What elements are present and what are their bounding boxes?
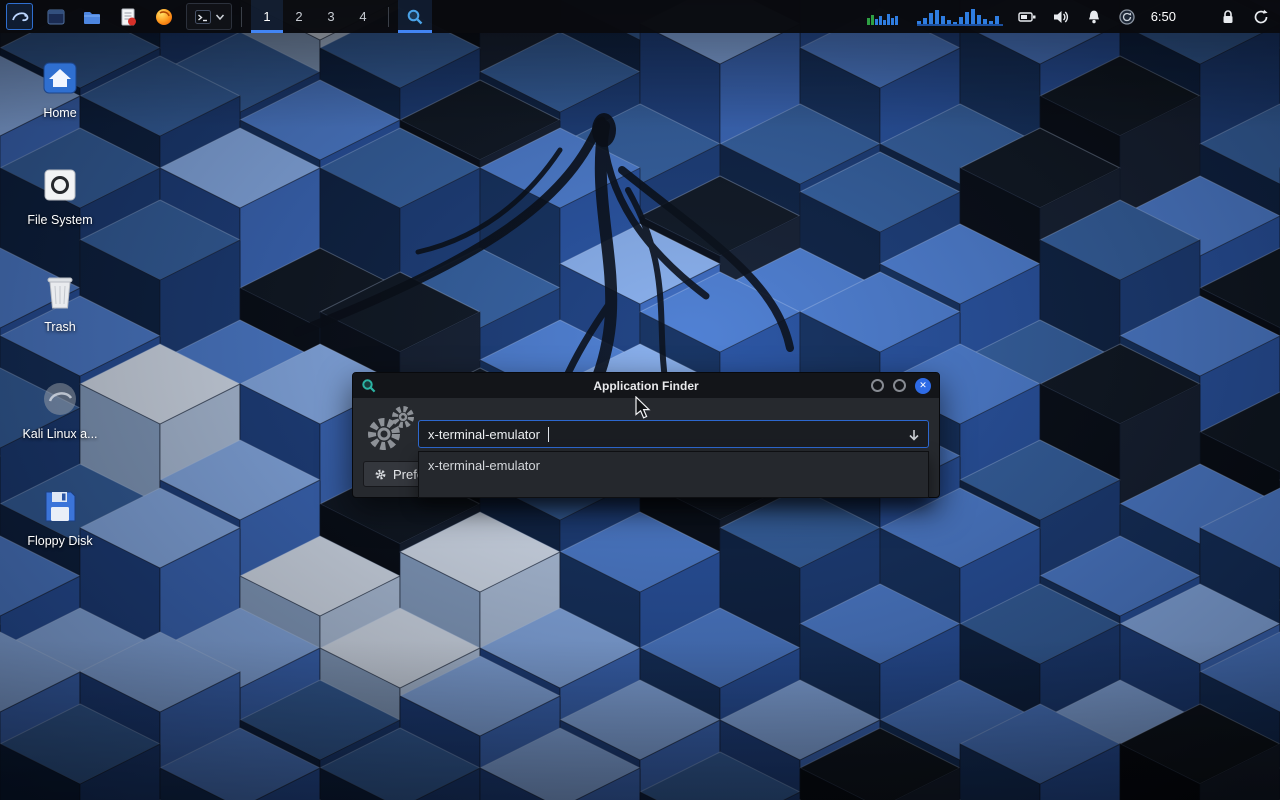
- finder-body: x-terminal-emulator Preferences x-termin…: [353, 398, 939, 498]
- window-buttons: ✕: [871, 378, 931, 394]
- document-icon: [118, 7, 138, 27]
- volume-icon: [1052, 8, 1070, 26]
- maximize-button[interactable]: [893, 379, 906, 392]
- desktop-icon-label: Floppy Disk: [27, 534, 92, 548]
- terminal-dropdown-launcher[interactable]: [186, 3, 232, 30]
- firefox-icon: [154, 7, 174, 27]
- desktop-icon-label: Home: [43, 106, 76, 120]
- trash-icon: [38, 270, 82, 314]
- update-circle-icon: [1118, 8, 1136, 26]
- close-button[interactable]: ✕: [915, 378, 931, 394]
- panel-separator: [388, 7, 389, 27]
- titlebar[interactable]: Application Finder ✕: [353, 373, 939, 398]
- desktop: Home File System Trash Kali Linux a...: [0, 0, 1280, 800]
- preferences-gears-icon: [363, 404, 417, 456]
- workspace-switcher: 1 2 3 4: [251, 0, 379, 33]
- workspace-1[interactable]: 1: [251, 0, 283, 33]
- session-logout-button[interactable]: [1252, 8, 1270, 26]
- kali-logo-icon: [10, 7, 30, 27]
- chevron-down-icon: [215, 13, 225, 21]
- home-icon: [38, 56, 82, 100]
- floppy-disk-icon: [38, 484, 82, 528]
- top-panel: 1 2 3 4: [0, 0, 1280, 33]
- desktop-icon-home[interactable]: Home: [12, 56, 108, 154]
- panel-left-group: 1 2 3 4: [0, 0, 432, 33]
- terminal-icon: [194, 8, 212, 26]
- desktop-icon-file-system[interactable]: File System: [12, 163, 108, 261]
- completion-item[interactable]: x-terminal-emulator: [419, 452, 928, 479]
- desktop-icon-label: File System: [27, 213, 92, 227]
- terminal-launcher[interactable]: [42, 3, 69, 30]
- completion-popup: x-terminal-emulator: [418, 451, 929, 498]
- application-finder-window: Application Finder ✕ x-terminal-emulator: [352, 372, 940, 498]
- text-caret: [548, 427, 550, 442]
- desktop-icon-list: Home File System Trash Kali Linux a...: [12, 56, 108, 591]
- file-system-icon: [38, 163, 82, 207]
- power-manager-tray-button[interactable]: [1018, 8, 1037, 26]
- desktop-icon-kali-linux[interactable]: Kali Linux a...: [12, 377, 108, 475]
- panel-right-group: 6:50: [866, 8, 1280, 26]
- desktop-icon-trash[interactable]: Trash: [12, 270, 108, 368]
- dropdown-arrow-icon[interactable]: [907, 428, 921, 442]
- firefox-launcher[interactable]: [150, 3, 177, 30]
- file-manager-launcher[interactable]: [78, 3, 105, 30]
- desktop-icon-label: Trash: [44, 320, 76, 334]
- folder-icon: [82, 7, 102, 27]
- search-input[interactable]: x-terminal-emulator: [418, 420, 929, 448]
- updates-tray-button[interactable]: [1118, 8, 1136, 26]
- text-editor-launcher[interactable]: [114, 3, 141, 30]
- network-graph[interactable]: [917, 8, 1003, 26]
- lock-icon: [1219, 8, 1237, 26]
- minimize-button[interactable]: [871, 379, 884, 392]
- volume-tray-button[interactable]: [1052, 8, 1070, 26]
- kali-menu-button[interactable]: [6, 3, 33, 30]
- kali-linux-icon: [38, 377, 82, 421]
- application-finder-panel-button[interactable]: [398, 0, 432, 33]
- application-finder-icon: [361, 378, 377, 394]
- desktop-icon-label: Kali Linux a...: [22, 427, 97, 441]
- workspace-4[interactable]: 4: [347, 0, 379, 33]
- cpu-graph[interactable]: [866, 8, 902, 26]
- screen-lock-button[interactable]: [1219, 8, 1237, 26]
- terminal-icon: [46, 7, 66, 27]
- workspace-3[interactable]: 3: [315, 0, 347, 33]
- battery-icon: [1018, 8, 1037, 26]
- search-icon: [406, 8, 424, 26]
- panel-separator: [241, 7, 242, 27]
- bell-icon: [1085, 8, 1103, 26]
- logout-cycle-icon: [1252, 8, 1270, 26]
- clock[interactable]: 6:50: [1151, 9, 1176, 24]
- desktop-icon-floppy-disk[interactable]: Floppy Disk: [12, 484, 108, 582]
- window-title: Application Finder: [353, 379, 939, 393]
- search-input-value: x-terminal-emulator: [428, 427, 540, 442]
- gear-icon: [374, 468, 387, 481]
- notifications-tray-button[interactable]: [1085, 8, 1103, 26]
- workspace-2[interactable]: 2: [283, 0, 315, 33]
